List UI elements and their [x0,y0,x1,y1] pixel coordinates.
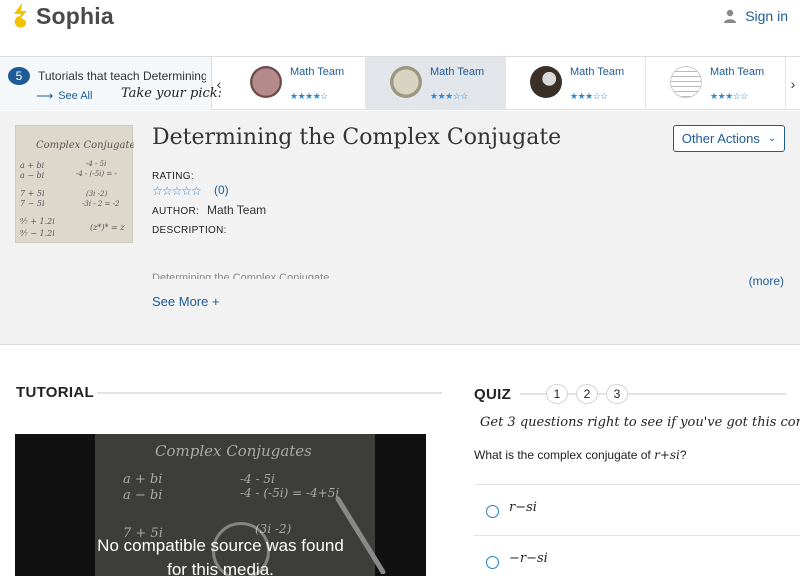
tutorial-rating-stars: ★★★☆☆ [430,91,468,101]
quiz-question-end: ? [679,448,687,462]
quiz-prompt: Get 3 questions right to see if you've g… [480,415,800,430]
radio-button[interactable] [486,505,499,518]
tutorial-card[interactable]: Math Team ★★★☆☆ [506,57,646,110]
video-player[interactable]: Complex Conjugates a + bi a − bi -4 - 5i… [15,434,426,576]
tutorial-rating-stars: ★★★★☆ [290,91,328,101]
board-text: -4 - (-5i) = -4+5i [240,486,340,500]
svg-text:(z*)* = z: (z*)* = z [90,223,125,232]
chevron-right-icon[interactable]: › [786,57,800,110]
video-error-line-1: No compatible source was found [97,536,344,555]
chevron-down-icon: ⌄ [767,133,777,144]
svg-text:-3i - 2 = -2: -3i - 2 = -2 [82,200,120,208]
tutorial-thumbnail [390,66,422,98]
svg-text:a + bi: a + bi [20,161,45,170]
description-text: Determining the Complex Conjugate [152,272,330,279]
site-header: Sophia Sign in [0,0,800,57]
radio-button[interactable] [486,556,499,569]
rating-count[interactable]: (0) [214,183,229,197]
lesson-title: Determining the Complex Conjugate [152,125,562,150]
board-text: a − bi [123,488,163,503]
tutorial-author: Math Team [570,66,625,78]
quiz-step-3: 3 [606,384,628,404]
svg-text:Complex Conjugates: Complex Conjugates [36,140,134,151]
svg-text:a − bi: a − bi [20,171,45,180]
arrow-right-icon: ⟶ [36,89,54,103]
brand-name: Sophia [36,2,114,29]
quiz-question-math: r+si [654,448,680,462]
quiz-step-1: 1 [546,384,568,404]
lesson-thumbnail-image: Complex Conjugates a + bi a − bi -4 - 5i… [20,140,141,238]
svg-text:-4 - (-5i) = -: -4 - (-5i) = - [76,170,117,178]
other-actions-label: Other Actions [681,131,760,146]
other-actions-button[interactable]: Other Actions ⌄ [673,125,785,152]
tutorial-card[interactable]: Math Team ★★★★☆ [226,57,366,110]
user-icon [724,9,737,23]
see-all-label: See All [58,90,93,102]
tutorial-card-active[interactable]: Math Team ★★★☆☆ [366,57,506,110]
tutorial-count-badge: 5 [8,67,30,85]
more-link[interactable]: (more) [749,274,784,288]
svg-text:-4 - 5i: -4 - 5i [86,160,106,168]
svg-text:⁹⁄₇ + 1.2i: ⁹⁄₇ + 1.2i [20,217,55,226]
tutorial-strip: 5 Tutorials that teach Determining ⟶ See… [0,57,800,110]
svg-text:(3i -2): (3i -2) [86,190,107,198]
take-your-pick-label: Take your pick: [121,86,223,101]
tutorial-strip-summary: 5 Tutorials that teach Determining ⟶ See… [0,57,222,110]
svg-text:7 + 5i: 7 + 5i [20,189,45,198]
tutorial-author: Math Team [710,66,765,78]
tutorial-thumbnail [670,66,702,98]
quiz-option-text: −r−si [509,551,548,566]
sophia-logo-icon [14,3,27,28]
video-error-message: No compatible source was found for this … [15,534,426,576]
quiz-option[interactable]: −r−si [474,535,800,576]
sign-in-label: Sign in [745,8,788,24]
svg-text:7 − 5i: 7 − 5i [20,199,45,208]
video-error-line-2: for this media. [167,560,274,576]
board-title: Complex Conjugates [155,442,312,460]
tutorial-divider [97,392,442,394]
board-text: a + bi [123,472,163,487]
quiz-question: What is the complex conjugate of r+si? [474,448,687,462]
sophia-logo[interactable]: Sophia [10,2,114,30]
tutorial-rating-stars: ★★★☆☆ [710,91,748,101]
lesson-thumbnail: Complex Conjugates a + bi a − bi -4 - 5i… [15,125,141,243]
quiz-option-text: r−si [509,500,537,515]
quiz-step-indicator: 1 2 3 [546,384,636,404]
description-label: DESCRIPTION: [152,225,227,236]
chevron-left-icon[interactable]: ‹ [212,57,226,110]
tutorial-heading: TUTORIAL [16,384,94,401]
tutorial-thumbnail [250,66,282,98]
tutorial-thumbnail [530,66,562,98]
lesson-info-panel: Complex Conjugates a + bi a − bi -4 - 5i… [0,111,800,345]
svg-text:⁹⁄₇ − 1.2i: ⁹⁄₇ − 1.2i [20,229,55,238]
tutorial-rating-stars: ★★★☆☆ [570,91,608,101]
see-more-link[interactable]: See More + [152,294,220,309]
rating-stars[interactable]: ☆☆☆☆☆ [152,184,202,198]
quiz-step-2: 2 [576,384,598,404]
tutorial-author: Math Team [430,66,485,78]
tutorial-author: Math Team [290,66,345,78]
sign-in-link[interactable]: Sign in [723,8,788,24]
tutorial-card[interactable]: Math Team ★★★☆☆ [646,57,786,110]
rating-label: RATING: [152,171,194,182]
quiz-option[interactable]: r−si [474,484,800,534]
quiz-question-text: What is the complex conjugate of [474,448,651,462]
see-all-link[interactable]: ⟶ See All [36,89,92,103]
quiz-heading: QUIZ [474,386,512,403]
author-label: AUTHOR: [152,206,200,217]
board-text: -4 - 5i [240,472,275,486]
tutorial-strip-title: Tutorials that teach Determining [38,69,206,83]
author-name[interactable]: Math Team [207,203,266,217]
